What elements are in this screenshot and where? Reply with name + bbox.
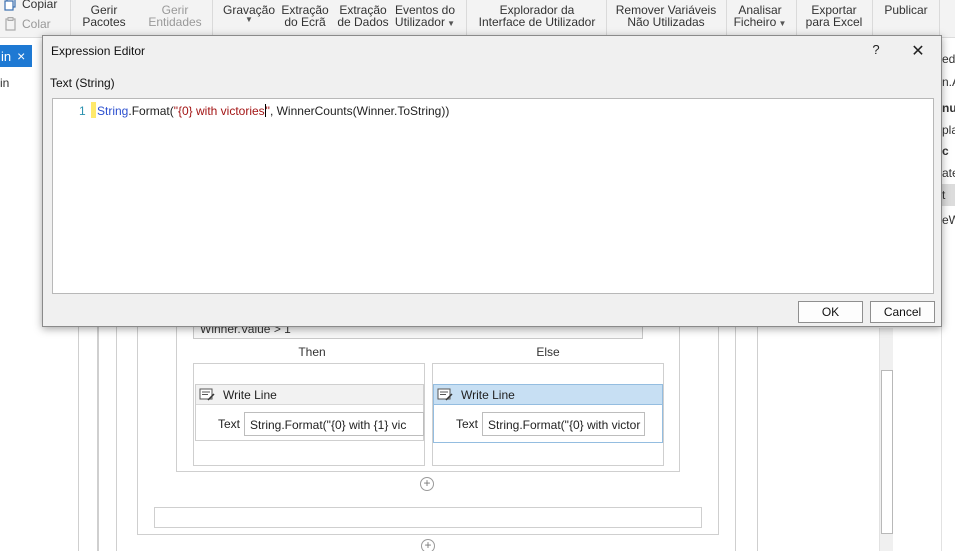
ribbon-label: Utilizador: [394, 15, 445, 29]
ribbon-label: para Excel: [805, 15, 863, 29]
add-activity-icon[interactable]: +: [421, 539, 435, 551]
document-tab[interactable]: in ×: [0, 45, 32, 67]
app-window: Copiar Colar Gerir Pacotes Gerir Entidad…: [0, 0, 955, 551]
copy-icon: [4, 0, 16, 11]
manage-packages-button[interactable]: Gerir Pacotes: [79, 4, 129, 28]
manage-entities-button[interactable]: Gerir Entidades: [146, 4, 204, 28]
ok-button[interactable]: OK: [798, 301, 863, 323]
line-number: 1: [79, 104, 86, 118]
activity-title: Write Line: [461, 387, 515, 402]
chevron-down-icon: ▼: [245, 15, 253, 24]
ribbon-separator: [70, 0, 71, 36]
ribbon-label: Publicar: [884, 3, 928, 17]
ribbon-separator: [212, 0, 213, 36]
ribbon-separator: [939, 0, 940, 36]
add-activity-icon[interactable]: +: [420, 477, 434, 491]
data-scraping-button[interactable]: Extração de Dados: [336, 4, 390, 28]
properties-panel: eda n.A pla nu c ate t eW: [941, 38, 955, 551]
chevron-down-icon: ▼: [776, 19, 787, 28]
code-type-token: String: [97, 104, 129, 118]
code-args-token: , WinnerCounts(Winner.ToString)): [269, 104, 450, 118]
copy-label: Copiar: [22, 0, 58, 11]
user-events-button[interactable]: Eventos do Utilizador ▼: [393, 4, 457, 28]
close-icon[interactable]: ×: [17, 48, 25, 64]
ribbon-toolbar: Copiar Colar Gerir Pacotes Gerir Entidad…: [0, 0, 955, 38]
outer-frame-left: [78, 320, 98, 551]
properties-item[interactable]: ate: [942, 166, 955, 180]
paste-button[interactable]: Colar: [4, 17, 51, 31]
cancel-button[interactable]: Cancel: [870, 301, 935, 323]
properties-item[interactable]: pla: [942, 123, 955, 137]
ribbon-label: Entidades: [148, 15, 202, 29]
properties-item[interactable]: eda: [942, 52, 955, 66]
ribbon-label: Não Utilizadas: [627, 15, 705, 29]
recording-button[interactable]: Gravação ▼: [222, 4, 276, 24]
publish-button[interactable]: Publicar: [878, 4, 934, 16]
ribbon-separator: [466, 0, 467, 36]
else-label: Else: [536, 345, 560, 359]
code-string-token: "{0} with victories: [173, 104, 265, 118]
activity-title: Write Line: [223, 387, 277, 402]
ribbon-separator: [606, 0, 607, 36]
then-label: Then: [298, 345, 326, 359]
copy-button[interactable]: Copiar: [4, 0, 57, 11]
analyze-file-button[interactable]: Analisar Ficheiro ▼: [732, 4, 788, 28]
write-line-icon: [199, 388, 215, 401]
properties-item-selected[interactable]: t: [942, 184, 955, 206]
ribbon-label: de Dados: [337, 15, 389, 29]
dialog-title: Expression Editor: [51, 44, 146, 58]
text-property-input[interactable]: String.Format("{0} with {1} vic: [244, 412, 424, 436]
document-tab-label: in: [1, 48, 12, 64]
ui-explorer-button[interactable]: Explorador da Interface de Utilizador: [474, 4, 600, 28]
properties-item[interactable]: c: [942, 144, 949, 158]
expression-editor-dialog: Expression Editor ? ✕ Text (String) 1 St…: [42, 35, 942, 327]
close-icon[interactable]: ✕: [909, 41, 927, 60]
code-method-token: .Format(: [128, 104, 174, 118]
ribbon-label: Interface de Utilizador: [478, 15, 596, 29]
screen-scraping-button[interactable]: Extração do Ecrã: [280, 4, 330, 28]
text-property-input[interactable]: String.Format("{0} with victor: [482, 412, 645, 436]
remove-unused-variables-button[interactable]: Remover Variáveis Não Utilizadas: [613, 4, 719, 28]
changed-line-marker: [91, 102, 96, 118]
paste-label: Colar: [22, 17, 51, 31]
text-property-label: Text: [218, 417, 241, 431]
write-line-icon: [437, 388, 453, 401]
properties-item[interactable]: eW: [942, 213, 955, 227]
chevron-down-icon: ▼: [444, 19, 456, 28]
activity-header: Write Line: [434, 385, 662, 405]
ribbon-label: Pacotes: [82, 15, 126, 29]
properties-item[interactable]: nu: [942, 101, 955, 115]
expression-type-label: Text (String): [50, 76, 115, 90]
ribbon-label: Ficheiro: [733, 15, 777, 29]
activity-header: Write Line: [196, 385, 423, 405]
expression-code-editor[interactable]: 1 String.Format("{0} with victories", Wi…: [52, 98, 934, 294]
text-property-label: Text: [456, 417, 479, 431]
help-icon[interactable]: ?: [868, 42, 884, 58]
left-panel-text: in: [0, 76, 10, 90]
then-write-line-activity[interactable]: Write Line Text String.Format("{0} with …: [195, 384, 424, 441]
ribbon-separator: [796, 0, 797, 36]
ribbon-label: do Ecrã: [284, 15, 326, 29]
ribbon-separator: [726, 0, 727, 36]
paste-icon: [5, 17, 16, 31]
code-line[interactable]: String.Format("{0} with victories", Winn…: [97, 104, 449, 118]
properties-item[interactable]: n.A: [942, 75, 955, 89]
scrollbar-thumb[interactable]: [881, 370, 893, 534]
export-to-excel-button[interactable]: Exportar para Excel: [802, 4, 866, 28]
ribbon-separator: [872, 0, 873, 36]
else-write-line-activity[interactable]: Write Line Text String.Format("{0} with …: [433, 384, 663, 443]
